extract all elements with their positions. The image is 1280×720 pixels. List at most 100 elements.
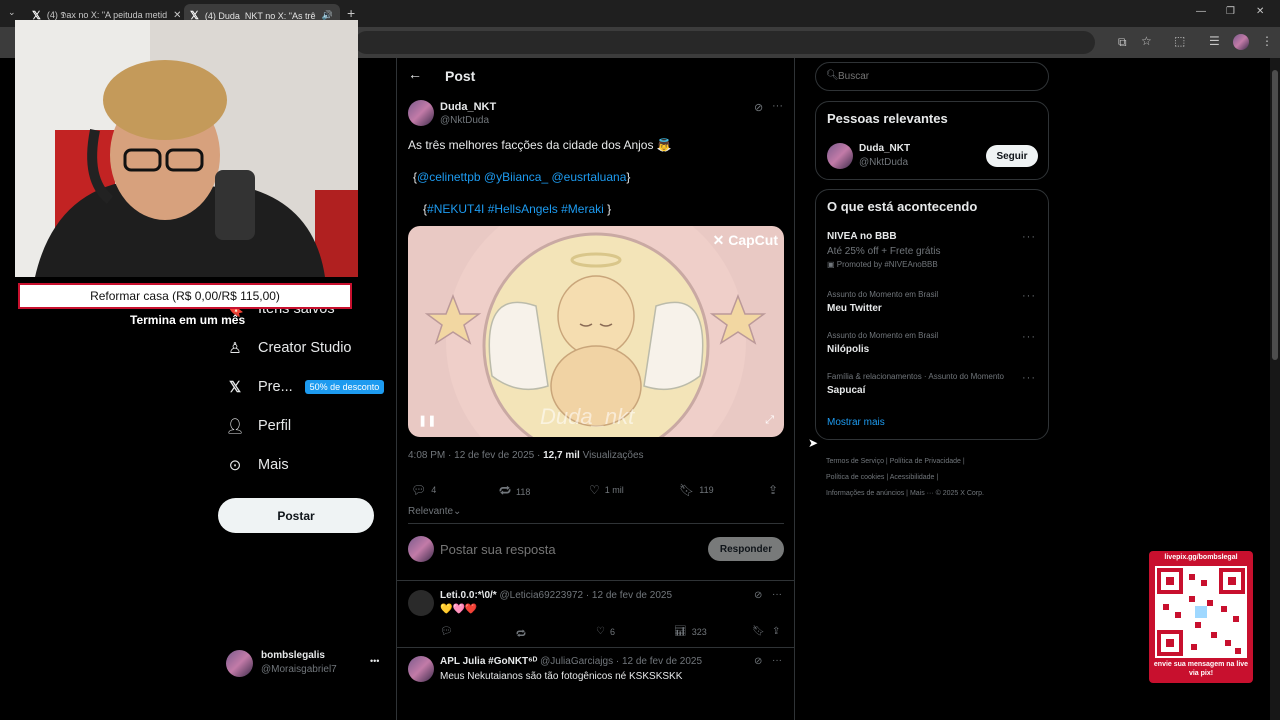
browser-menu-icon[interactable]: ⋮	[1261, 34, 1273, 48]
author-handle[interactable]: @NktDuda	[440, 115, 489, 126]
post-video[interactable]: ✕ CapCut Duda_nkt ❚❚ ⤢	[408, 226, 784, 437]
account-menu-icon[interactable]: •••	[370, 656, 379, 666]
new-tab-button[interactable]: +	[347, 5, 355, 21]
reply-button[interactable]: Responder	[708, 537, 784, 561]
footer-link[interactable]: Política de cookies	[826, 474, 884, 481]
trend-title: Meu Twitter	[827, 303, 882, 314]
person-icon: 👤︎	[225, 418, 245, 435]
footer-link[interactable]: Informações de anúncios	[826, 490, 904, 497]
post-button[interactable]: Postar	[218, 498, 374, 533]
donation-goal-bar: Reformar casa (R$ 0,00/R$ 115,00)	[18, 283, 352, 309]
webcam-overlay	[15, 20, 358, 277]
hashtag-link[interactable]: #NEKUT4I	[427, 202, 484, 216]
avatar	[408, 656, 434, 682]
author-avatar[interactable]	[408, 100, 434, 126]
avatar	[408, 590, 434, 616]
search-input[interactable]	[838, 68, 1038, 85]
reply-date[interactable]: · 12 de fev de 2025	[586, 590, 672, 601]
reply-count: 4	[431, 485, 437, 495]
sort-dropdown[interactable]: Relevante⌄	[408, 506, 461, 517]
avatar[interactable]	[827, 143, 853, 169]
reply-handle[interactable]: @JuliaGarciajgs	[540, 656, 613, 667]
repost-action[interactable]: 🔁︎ 118	[499, 483, 530, 500]
trend-more-icon[interactable]: ···	[1022, 290, 1036, 302]
trend-item[interactable]: Família & relacionamentos · Assunto do M…	[827, 372, 1037, 396]
trend-title: NIVEA no BBB	[827, 231, 897, 242]
tab-search-chevron-icon[interactable]: ⌄	[8, 7, 16, 18]
minimize-button[interactable]: —	[1196, 6, 1206, 17]
tab-title: (4) Duda_NKT no X: "As trê	[204, 10, 316, 21]
search-box[interactable]: 🔍︎	[815, 62, 1049, 91]
sidebar-item-premium[interactable]: 𝕏 Pre... 50% de desconto	[226, 378, 385, 396]
show-more-link[interactable]: Mostrar mais	[827, 417, 885, 428]
bookmark-star-icon[interactable]: ☆	[1141, 34, 1152, 48]
like-action[interactable]: ♡ 1 mil	[589, 483, 624, 497]
fullscreen-icon[interactable]: ⤢	[765, 414, 774, 427]
grok-icon[interactable]: ⊘	[754, 590, 762, 601]
footer-link[interactable]: Termos de Serviço	[826, 458, 884, 465]
search-icon: 🔍︎	[826, 70, 839, 81]
more-circle-icon: ⊙	[228, 457, 242, 474]
trend-more-icon[interactable]: ···	[1022, 231, 1036, 243]
author-name[interactable]: Duda_NKT	[440, 101, 496, 113]
reply-more-icon[interactable]: ···	[772, 655, 782, 666]
mention-link[interactable]: @yBiianca_	[484, 170, 548, 184]
account-switcher[interactable]: bombslegalis @Moraisgabriel7 •••	[226, 648, 386, 678]
reply-date[interactable]: · 12 de fev de 2025	[616, 656, 702, 667]
grok-icon[interactable]: ⊘	[754, 101, 763, 114]
profile-avatar[interactable]	[1233, 34, 1249, 50]
reply-reply-action[interactable]: 💬︎	[440, 626, 453, 637]
scrollbar-thumb[interactable]	[1272, 70, 1278, 360]
page-scrollbar[interactable]	[1270, 58, 1280, 720]
grok-icon[interactable]: ⊘	[754, 656, 762, 667]
install-app-icon[interactable]: ⧉	[1118, 35, 1127, 50]
post-more-icon[interactable]: ···	[772, 100, 783, 112]
share-action[interactable]: ⇪	[768, 483, 778, 497]
trend-item-promoted[interactable]: NIVEA no BBB Até 25% off + Frete grátis …	[827, 231, 1037, 269]
trend-more-icon[interactable]: ···	[1022, 331, 1036, 343]
footer-link[interactable]: Mais ···	[910, 490, 934, 497]
x-logo-icon: 𝕏	[228, 379, 242, 396]
reply-share-action[interactable]: ⇪	[772, 626, 780, 637]
reply-item[interactable]: APL Julia #GoNKT⁶ᴰ @JuliaGarciajgs · 12 …	[396, 648, 794, 698]
close-window-button[interactable]: ✕	[1256, 6, 1264, 17]
reply-input[interactable]	[440, 538, 690, 560]
sidebar-item-more[interactable]: ⊙ Mais	[226, 456, 289, 474]
reply-item[interactable]: Leti.0.0:*\0/* @Leticia69223972 · 12 de …	[396, 581, 794, 647]
reply-author[interactable]: Leti.0.0:*\0/*	[440, 590, 497, 601]
pause-icon[interactable]: ❚❚	[418, 414, 436, 427]
sidebar-item-creator-studio[interactable]: ♙ Creator Studio	[226, 339, 352, 357]
reply-action[interactable]: 💬︎ 4	[411, 483, 436, 497]
reply-like-action[interactable]: ♡ 6	[596, 626, 615, 637]
media-control-icon[interactable]: ☰	[1209, 34, 1220, 48]
trend-item[interactable]: Assunto do Momento em Brasil Meu Twitter	[827, 290, 1037, 314]
hashtag-link[interactable]: #Meraki	[561, 202, 604, 216]
footer-link[interactable]: Acessibilidade	[890, 474, 935, 481]
reply-repost-action[interactable]: 🔁︎	[516, 626, 526, 641]
card-title: Pessoas relevantes	[827, 111, 948, 126]
reply-handle[interactable]: @Leticia69223972	[499, 590, 583, 601]
mention-link[interactable]: @celinettpb	[417, 170, 481, 184]
sidebar-item-label: Creator Studio	[258, 340, 352, 356]
address-bar[interactable]	[355, 31, 1095, 54]
reply-bookmark-action[interactable]: 🔖︎	[752, 626, 765, 637]
reply-more-icon[interactable]: ···	[772, 589, 782, 600]
post-timestamp[interactable]: 4:08 PM · 12 de fev de 2025 ·	[408, 450, 543, 461]
hashtag-link[interactable]: #HellsAngels	[488, 202, 558, 216]
person-handle[interactable]: @NktDuda	[859, 157, 908, 168]
trend-item[interactable]: Assunto do Momento em Brasil Nilópolis	[827, 331, 1037, 355]
person-name[interactable]: Duda_NKT	[859, 143, 910, 154]
trend-more-icon[interactable]: ···	[1022, 372, 1036, 384]
views-icon: 📊︎	[674, 626, 687, 637]
follow-button[interactable]: Seguir	[986, 145, 1038, 167]
footer-link[interactable]: Política de Privacidade	[890, 458, 961, 465]
reply-views-action[interactable]: 📊︎ 323	[674, 626, 707, 637]
bookmark-action[interactable]: 🔖︎ 119	[679, 483, 714, 497]
reply-author[interactable]: APL Julia #GoNKT⁶ᴰ	[440, 656, 537, 667]
back-icon[interactable]: ←	[408, 66, 422, 82]
mention-link[interactable]: @eusrtaluana	[551, 170, 626, 184]
restore-button[interactable]: ❐	[1226, 6, 1235, 17]
sidebar-item-label: Pre...	[258, 379, 293, 395]
sidebar-item-profile[interactable]: 👤︎ Perfil	[225, 417, 291, 435]
extensions-icon[interactable]: ⬚	[1174, 34, 1185, 48]
